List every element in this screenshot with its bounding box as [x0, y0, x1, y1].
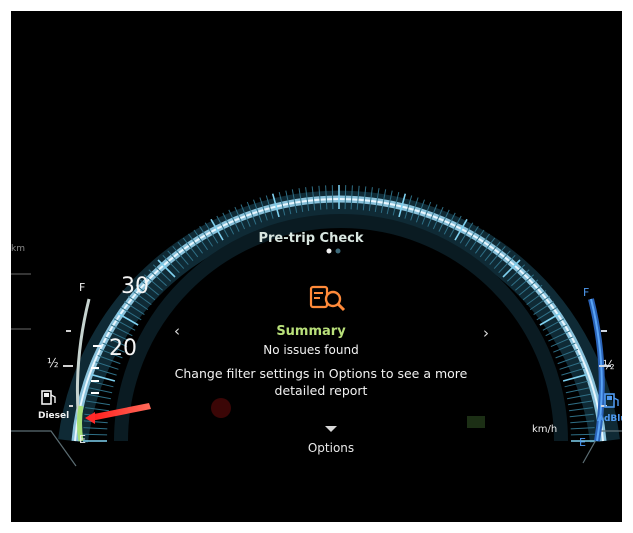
- summary-label: Summary: [276, 324, 346, 339]
- warning-glow-green: [467, 416, 485, 428]
- description-text: Change filter settings in Options to see…: [131, 365, 511, 399]
- page-dot-active: [326, 248, 332, 254]
- page-dot-inactive: [335, 248, 341, 254]
- arc-tick: [83, 433, 108, 436]
- left-unit-label: km: [11, 244, 25, 254]
- magnifier-document-icon: [309, 285, 346, 312]
- arc-tick: [344, 185, 347, 210]
- next-page-arrow-icon[interactable]: ›: [483, 324, 489, 342]
- speed-label-20: 20: [109, 336, 137, 361]
- arc-tick: [331, 185, 334, 210]
- description-line-2: detailed report: [274, 383, 368, 398]
- options-button[interactable]: Options: [281, 441, 381, 455]
- arc-tick: [570, 433, 595, 436]
- speed-unit-label: km/h: [532, 424, 558, 435]
- warning-glow-red: [211, 398, 231, 418]
- options-caret-icon: [325, 426, 337, 432]
- top-black-area: [11, 11, 622, 131]
- fuel-full-label: F: [79, 281, 86, 294]
- fuel-half-label: ½: [47, 356, 59, 370]
- description-line-1: Change filter settings in Options to see…: [174, 366, 468, 381]
- adblue-half-label: ½: [603, 358, 615, 372]
- prev-page-arrow-icon[interactable]: ‹: [174, 322, 180, 340]
- adblue-name-label: AdBlue: [597, 414, 622, 424]
- instrument-cluster: Pre-trip Check Summary No issues found C…: [11, 11, 622, 522]
- fuel-pump-icon: [41, 390, 56, 405]
- fuel-name-label: Diesel: [38, 411, 70, 421]
- fuel-empty-label: E: [79, 433, 86, 446]
- speed-label-30: 30: [121, 274, 149, 299]
- adblue-full-label: F: [583, 286, 590, 299]
- status-text: No issues found: [263, 343, 359, 357]
- page-title: Pre-trip Check: [258, 231, 364, 246]
- adblue-empty-label: E: [579, 436, 586, 449]
